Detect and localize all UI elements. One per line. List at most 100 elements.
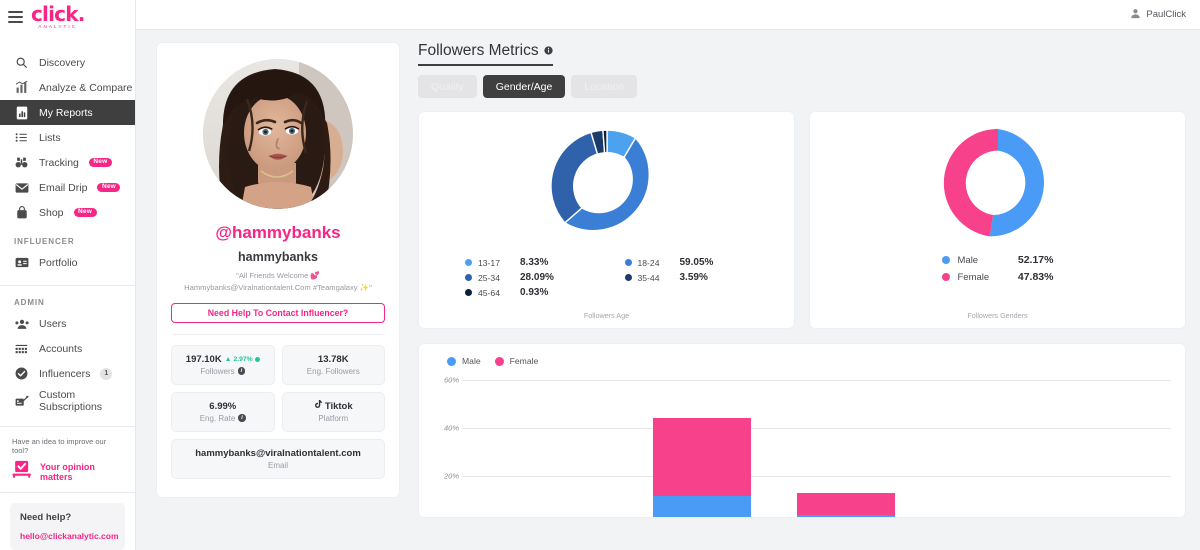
legend-swatch-icon (624, 274, 632, 281)
sidebar-item-label: Email Drip (39, 181, 88, 194)
info-icon[interactable]: i (238, 414, 246, 422)
legend-swatch-icon (494, 356, 504, 366)
legend-item: Male 52.17% (941, 254, 1054, 266)
legend-label: 18-24 (637, 257, 660, 268)
idea-link-text: Your opinion matters (40, 462, 95, 482)
topbar: PaulClick (136, 0, 1200, 30)
badge-new: New (97, 182, 121, 193)
bar-chart-legend: Male Female (433, 356, 1171, 366)
stat-value: Tiktok (314, 400, 353, 412)
info-icon[interactable]: i (237, 367, 246, 375)
brand-logo[interactable]: click. ANALYTIC (31, 4, 85, 30)
bar-segment-male (797, 515, 895, 517)
survey-checkbox-icon (12, 460, 33, 484)
list-icon (14, 130, 29, 145)
sidebar-item-users[interactable]: Users (0, 311, 135, 336)
legend-item-male[interactable]: Male (447, 356, 481, 366)
stat-followers: 197.10K ▲ 2.97% Followers i (171, 344, 275, 385)
sidebar-item-label: Analyze & Compare (39, 81, 133, 94)
gender-by-age-card: Male Female 60% 40% 20% (418, 343, 1186, 518)
sidebar-item-custom-subscriptions[interactable]: Custom Subscriptions (0, 386, 135, 416)
sidebar-item-portfolio[interactable]: Portfolio (0, 250, 135, 275)
support-email-link[interactable]: hello@clickanalytic.com (20, 531, 119, 541)
legend-value: 0.93% (520, 287, 549, 298)
page-title: Followers Metrics (418, 42, 553, 60)
sidebar-item-discovery[interactable]: Discovery (0, 50, 135, 75)
stat-label: Email (267, 460, 288, 470)
stat-label-row: Followers i (200, 367, 246, 376)
status-dot-icon (254, 356, 260, 362)
legend-item: 45-64 0.93% (465, 287, 589, 298)
stat-value: 6.99% (209, 400, 237, 412)
y-tick-label: 20% (443, 471, 459, 481)
binoculars-icon (14, 155, 29, 170)
gender-donut-wrap (820, 124, 1175, 242)
stat-eng-rate: 6.99% Eng. Rate i (171, 391, 275, 432)
sidebar-nav: Discovery Analyze & Compare My Reports L… (0, 50, 135, 427)
help-box-wrap: Need help? hello@clickanalytic.com (0, 493, 135, 550)
sidebar: click. ANALYTIC Discovery Analyze & Comp… (0, 0, 136, 550)
legend-label: 25-34 (478, 272, 500, 283)
influencer-profile-card: @hammybanks hammybanks "All Friends Welc… (156, 42, 400, 498)
badge-count: 1 (100, 367, 113, 380)
avatar (203, 59, 353, 209)
legend-value: 3.59% (679, 272, 708, 283)
sidebar-item-label: Custom Subscriptions (39, 388, 103, 413)
check-badge-icon (14, 366, 29, 381)
stat-email: hammybanks@viralnationtalent.com Email (171, 438, 385, 479)
legend-item-female[interactable]: Female (494, 356, 538, 366)
bar-group-18-24[interactable] (653, 418, 751, 517)
stat-delta-value: 2.97% (233, 355, 253, 363)
contact-influencer-button[interactable]: Need Help To Contact Influencer? (171, 302, 385, 323)
sidebar-item-my-reports[interactable]: My Reports (0, 100, 135, 125)
avatar-wrap (171, 59, 385, 209)
tab-gender-age[interactable]: Gender/Age (482, 75, 566, 98)
followers-age-donut[interactable] (545, 124, 669, 248)
sidebar-item-lists[interactable]: Lists (0, 125, 135, 150)
legend-label: 13-17 (478, 257, 500, 268)
sidebar-item-label: Tracking (39, 156, 79, 169)
sidebar-item-analyze-compare[interactable]: Analyze & Compare (0, 75, 135, 100)
sidebar-item-shop[interactable]: Shop New (0, 200, 135, 225)
section-label-admin: ADMIN (14, 298, 45, 307)
id-card-icon (14, 255, 29, 270)
tab-location[interactable]: Location (571, 75, 638, 98)
legend-swatch-icon (465, 274, 472, 281)
y-tick-label: 40% (443, 423, 459, 433)
metrics-column: Followers Metrics Quality Gender/Age Loc… (418, 42, 1186, 550)
sidebar-item-label: Lists (39, 131, 61, 144)
stat-platform: Tiktok Platform (281, 391, 385, 432)
bar-group-25-34[interactable] (797, 493, 895, 517)
profile-divider (173, 333, 383, 335)
stat-eng-followers: 13.78K Eng. Followers (281, 344, 385, 385)
followers-genders-donut[interactable] (939, 124, 1057, 242)
sidebar-item-label: Users (39, 317, 67, 330)
legend-swatch-icon (941, 256, 950, 264)
idea-link-line-2: matters (40, 472, 73, 482)
sidebar-item-tracking[interactable]: Tracking New (0, 150, 135, 175)
sidebar-item-label: Discovery (39, 56, 86, 69)
legend-label: 45-64 (478, 287, 500, 298)
sidebar-item-accounts[interactable]: Accounts (0, 336, 135, 361)
legend-label: 35-44 (637, 272, 660, 283)
info-icon[interactable] (543, 42, 553, 60)
stat-label: Eng. Rate (199, 413, 236, 423)
legend-swatch-icon (624, 259, 632, 266)
followers-age-card: 13-17 8.33% 18-24 59.05% 25-34 28.09% 35… (418, 111, 795, 329)
profile-stats-grid: 197.10K ▲ 2.97% Followers i 13.78K Eng. … (171, 344, 385, 479)
your-opinion-matters-link[interactable]: Your opinion matters (12, 460, 123, 484)
bar-segment-female (653, 418, 751, 496)
legend-label: Male (957, 254, 979, 266)
sidebar-item-email-drip[interactable]: Email Drip New (0, 175, 135, 200)
sidebar-item-influencers[interactable]: Influencers 1 (0, 361, 135, 386)
tab-quality[interactable]: Quality (418, 75, 477, 98)
need-help-title: Need help? (20, 512, 72, 523)
followers-age-caption: Followers Age (583, 311, 630, 320)
user-name-label[interactable]: PaulClick (1146, 9, 1186, 20)
sidebar-item-label: Accounts (39, 342, 83, 355)
person-icon (1130, 6, 1141, 24)
legend-label: Female (957, 271, 990, 283)
stat-label-row: Eng. Rate i (200, 414, 246, 423)
sidebar-header: click. ANALYTIC (0, 0, 135, 34)
hamburger-menu-icon[interactable] (8, 11, 23, 23)
